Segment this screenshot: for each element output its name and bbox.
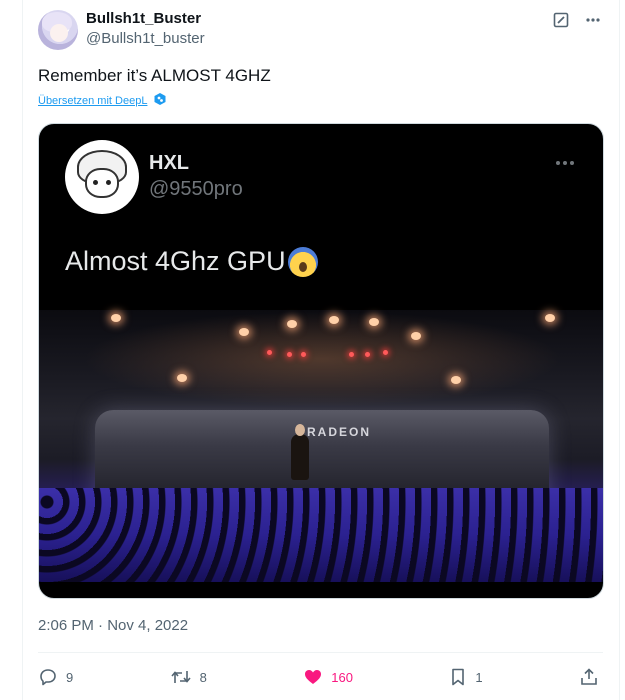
stage-light bbox=[545, 314, 555, 322]
quoted-author-avatar bbox=[65, 140, 139, 214]
retweet-icon bbox=[170, 667, 192, 687]
stage-light-red bbox=[365, 352, 370, 357]
reply-button[interactable]: 9 bbox=[38, 667, 73, 687]
stage-light bbox=[451, 376, 461, 384]
stage-light bbox=[369, 318, 379, 326]
retweet-count: 8 bbox=[199, 669, 207, 685]
tweet-top-actions bbox=[551, 10, 603, 30]
deepl-icon bbox=[153, 92, 167, 109]
tweet-timestamp[interactable]: 2:06 PM · Nov 4, 2022 bbox=[38, 617, 188, 634]
stage-light-red bbox=[287, 352, 292, 357]
stage-light-red bbox=[301, 352, 306, 357]
reply-icon bbox=[38, 667, 58, 687]
stage-light bbox=[177, 374, 187, 382]
divider bbox=[38, 652, 603, 653]
bookmark-icon bbox=[449, 667, 467, 687]
avatar-face bbox=[50, 24, 68, 42]
quoted-avatar-eye-right bbox=[106, 180, 111, 185]
more-icon[interactable] bbox=[583, 10, 603, 30]
stage-light-red bbox=[349, 352, 354, 357]
bookmark-count: 1 bbox=[475, 669, 483, 685]
quoted-avatar-face bbox=[85, 168, 119, 198]
stage-light bbox=[239, 328, 249, 336]
presenter-figure bbox=[291, 424, 309, 480]
stage-light bbox=[411, 332, 421, 340]
stage-light bbox=[329, 316, 339, 324]
stage-light bbox=[111, 314, 121, 322]
quoted-text-content: Almost 4Ghz GPU bbox=[65, 246, 286, 276]
retweet-button[interactable]: 8 bbox=[170, 667, 207, 687]
stage-light-red bbox=[267, 350, 272, 355]
quoted-author-handle: @9550pro bbox=[149, 178, 243, 200]
stage-light bbox=[287, 320, 297, 328]
scream-emoji-icon bbox=[287, 246, 318, 277]
quoted-avatar-eye-left bbox=[93, 180, 98, 185]
quoted-author-name: HXL bbox=[149, 152, 189, 174]
quoted-more-icon bbox=[555, 154, 575, 172]
translate-row: Übersetzen mit DeepL bbox=[38, 92, 167, 109]
share-icon bbox=[579, 667, 599, 687]
heart-icon bbox=[303, 667, 323, 687]
share-button[interactable] bbox=[579, 667, 599, 687]
stage-light-red bbox=[383, 350, 388, 355]
bookmark-button[interactable]: 1 bbox=[449, 667, 483, 687]
author-display-name[interactable]: Bullsh1t_Buster bbox=[86, 10, 201, 27]
like-count: 160 bbox=[331, 669, 353, 685]
event-stage-photo: RADEON bbox=[39, 310, 603, 582]
author-handle[interactable]: @Bullsh1t_buster bbox=[86, 30, 205, 47]
author-avatar[interactable] bbox=[38, 10, 78, 50]
reply-count: 9 bbox=[66, 669, 74, 685]
tweet-media-image[interactable]: HXL @9550pro Almost 4Ghz GPU RADEON bbox=[38, 123, 604, 599]
edit-icon[interactable] bbox=[551, 10, 571, 30]
tweet-text: Remember it’s ALMOST 4GHZ bbox=[38, 66, 271, 85]
quoted-text: Almost 4Ghz GPU bbox=[65, 246, 318, 277]
translate-link[interactable]: Übersetzen mit DeepL bbox=[38, 95, 147, 107]
gpu-brand-label: RADEON bbox=[307, 425, 372, 439]
tweet-action-bar: 9 8 160 1 bbox=[38, 664, 599, 690]
like-button[interactable]: 160 bbox=[303, 667, 353, 687]
audience bbox=[39, 488, 603, 582]
